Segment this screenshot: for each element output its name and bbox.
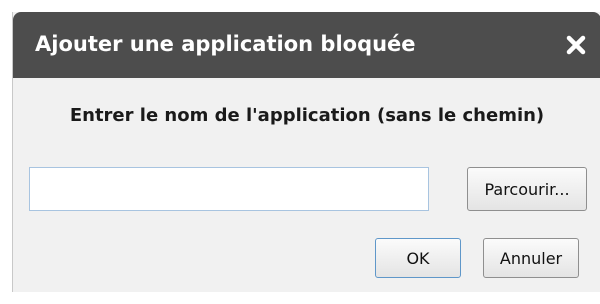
dialog-title: Ajouter une application bloquée bbox=[35, 32, 416, 56]
close-icon[interactable] bbox=[561, 30, 591, 60]
application-name-input[interactable] bbox=[29, 167, 429, 211]
ok-button[interactable]: OK bbox=[375, 238, 461, 278]
instruction-label: Entrer le nom de l'application (sans le … bbox=[69, 105, 545, 126]
cancel-button[interactable]: Annuler bbox=[483, 238, 579, 278]
add-blocked-app-dialog: Ajouter une application bloquée Entrer l… bbox=[12, 12, 600, 292]
dialog-titlebar: Ajouter une application bloquée bbox=[13, 12, 600, 78]
browse-button[interactable]: Parcourir... bbox=[467, 167, 587, 211]
